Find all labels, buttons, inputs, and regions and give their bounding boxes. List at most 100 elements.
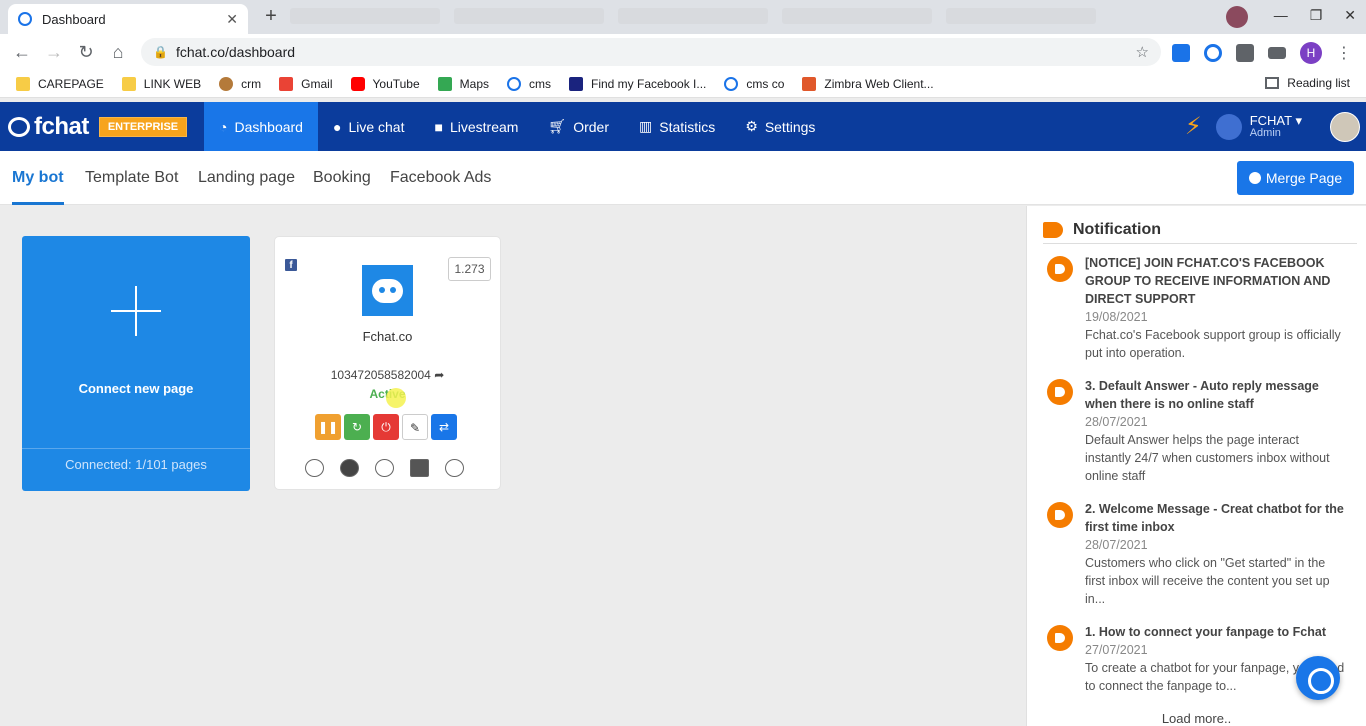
load-more-link[interactable]: Load more.. [1027,711,1366,726]
extensions-puzzle-icon[interactable] [1236,44,1254,62]
bookmark-item[interactable]: cms co [724,76,784,91]
back-icon[interactable]: ← [6,42,38,63]
caret-down-icon: ▾ [1295,112,1302,128]
notification-off-icon[interactable]: ⚡ [1185,112,1202,141]
notification-item[interactable]: [NOTICE] JOIN FCHAT.CO'S FACEBOOK GROUP … [1047,254,1347,362]
ring-extension-icon[interactable] [1204,44,1222,62]
restore-icon[interactable]: ❐ [1310,7,1323,24]
page-id[interactable]: 103472058582004 ➦ [275,368,500,382]
refresh-button[interactable]: ↻ [344,414,370,440]
merge-page-button[interactable]: Merge Page [1237,161,1354,195]
bookmark-item[interactable]: YouTube [350,76,420,91]
tab-my-bot[interactable]: My bot [12,151,64,205]
bookmark-label: YouTube [372,76,420,91]
fchat-icon [724,76,739,91]
bookmark-label: crm [241,76,262,91]
background-tab[interactable] [618,8,768,24]
tab-landing-page[interactable]: Landing page [198,151,295,205]
background-tab[interactable] [946,8,1096,24]
notification-item[interactable]: 3. Default Answer - Auto reply message w… [1047,377,1347,485]
app-header: fchat ENTERPRISE ◔ Dashboard ● Live chat ■… [0,102,1366,151]
bookmark-item[interactable]: crm [219,76,262,91]
reading-list[interactable]: Reading list [1265,76,1350,90]
bot-name: Fchat.co [362,329,413,344]
edit-button[interactable]: ✎ [402,414,428,440]
media-list-icon[interactable] [1268,47,1286,59]
bookmark-star-icon[interactable]: ☆ [1136,43,1149,61]
video-icon: ■ [434,118,443,135]
nav-livestream[interactable]: ■ Livestream [419,102,533,151]
minimize-icon[interactable]: — [1274,7,1288,23]
new-tab-button[interactable]: + [260,6,282,28]
home-icon[interactable]: ⌂ [102,42,134,63]
nav-statistics[interactable]: ▥ Statistics [624,102,730,151]
background-tab[interactable] [454,8,604,24]
background-tab[interactable] [782,8,932,24]
download-extension-icon[interactable] [1172,44,1190,62]
gear-icon: ⚙ [745,118,758,134]
nav-dashboard[interactable]: ◔ Dashboard [204,102,318,151]
fchat-favicon-icon [18,12,32,26]
bookmark-item[interactable]: Zimbra Web Client... [802,76,934,91]
close-tab-icon[interactable]: ✕ [226,11,238,28]
bookmark-label: Gmail [301,76,333,91]
external-link-icon[interactable]: ➦ [434,368,444,382]
gear-icon[interactable] [445,459,464,477]
browser-menu-icon[interactable]: ⋮ [1336,43,1352,63]
background-tab[interactable] [290,8,440,24]
bot-card: f 1.273 Fchat.co 103472058582004 ➦ Activ… [274,236,501,490]
bookmark-item[interactable]: Gmail [279,76,333,91]
notification-item[interactable]: 2. Welcome Message - Creat chatbot for t… [1047,500,1347,608]
forward-icon[interactable]: → [38,42,70,63]
reading-list-label: Reading list [1287,76,1350,90]
bot-logo-icon [8,116,30,137]
url-text[interactable]: fchat.co/dashboard [176,44,1136,60]
power-button[interactable]: ⏻ [373,414,399,440]
browser-tab-dashboard[interactable]: Dashboard ✕ [8,4,248,34]
notification-item-title: 3. Default Answer - Auto reply message w… [1085,379,1319,411]
lock-icon[interactable]: 🔒 [153,45,168,59]
megaphone-icon [1047,256,1073,282]
fchat-logo[interactable]: fchat ENTERPRISE [8,113,204,141]
nav-order[interactable]: 🛒︎ Order [533,102,624,151]
notification-item-title: 2. Welcome Message - Creat chatbot for t… [1085,502,1344,534]
gmail-icon [279,76,294,91]
messenger-chat-button[interactable] [1296,656,1340,700]
list-icon[interactable] [410,459,429,477]
tab-booking[interactable]: Booking [313,151,371,205]
messenger-icon[interactable] [340,459,359,477]
nav-label: Livestream [449,118,519,135]
connect-new-page-card[interactable]: Connect new page Connected: 1/101 pages [22,236,250,491]
user-icon[interactable] [305,459,324,477]
bookmark-label: Maps [459,76,489,91]
swap-button[interactable]: ⇄ [431,414,457,440]
chart-icon: ▥ [639,118,653,134]
bookmark-label: Zimbra Web Client... [824,76,934,91]
page-avatar[interactable] [1215,113,1242,140]
tab-facebook-ads[interactable]: Facebook Ads [390,151,491,205]
bookmark-item[interactable]: Find my Facebook I... [569,76,706,91]
reload-icon[interactable]: ↻ [70,42,102,63]
notification-item-title: [NOTICE] JOIN FCHAT.CO'S FACEBOOK GROUP … [1085,256,1331,306]
bookmark-item[interactable]: cms [507,76,551,91]
tab-template-bot[interactable]: Template Bot [85,151,178,205]
bookmark-item[interactable]: CAREPAGE [16,76,104,91]
bookmark-item[interactable]: Maps [437,76,489,91]
nav-settings[interactable]: ⚙ Settings [730,102,830,151]
bookmark-label: cms [529,76,551,91]
nav-live-chat[interactable]: ● Live chat [318,102,420,151]
user-area: ⚡ FCHAT ▾ Admin [1185,102,1366,151]
tab-search-icon[interactable] [1226,6,1248,28]
profile-avatar[interactable]: H [1300,42,1322,64]
bookmark-item[interactable]: LINK WEB [121,76,201,91]
window-controls: — ❐ ✕ [1274,0,1356,30]
user-menu[interactable]: FCHAT ▾ Admin [1250,114,1302,140]
address-bar[interactable]: 🔒 fchat.co/dashboard ☆ [141,38,1161,66]
close-window-icon[interactable]: ✕ [1344,7,1356,24]
atom-icon[interactable] [375,459,394,477]
pause-button[interactable]: ❚❚ [315,414,341,440]
notification-item-date: 27/07/2021 [1085,643,1148,657]
extension-icons: H ⋮ [1172,42,1352,64]
user-photo-avatar[interactable] [1330,111,1360,142]
notification-header: Notification [1043,216,1357,244]
